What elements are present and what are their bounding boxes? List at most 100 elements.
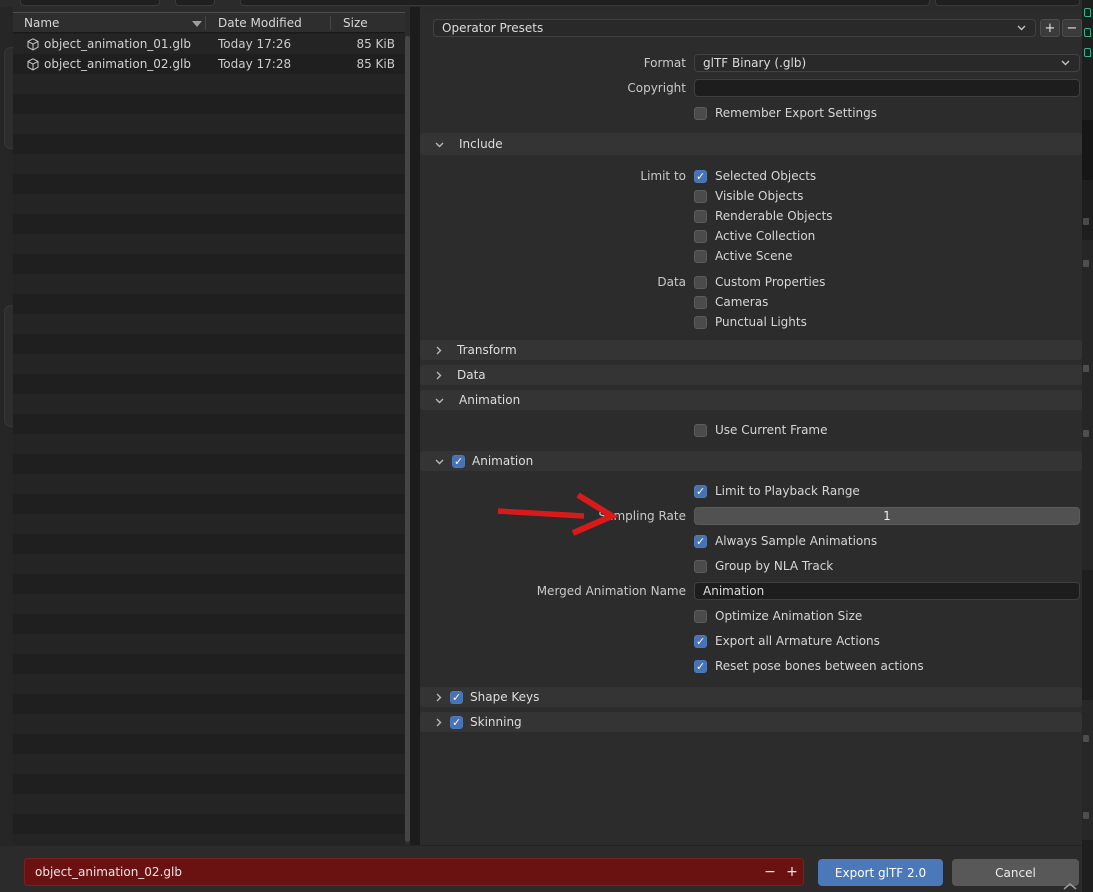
data-section-header[interactable]: Data xyxy=(420,365,1082,385)
chevron-right-icon xyxy=(434,717,443,728)
remove-preset-button[interactable]: − xyxy=(1062,19,1082,37)
checkbox[interactable] xyxy=(694,250,707,263)
checkbox[interactable] xyxy=(694,535,707,548)
skinning-section-header[interactable]: Skinning xyxy=(420,712,1082,732)
group-by-nla-track-checkbox-row[interactable]: Group by NLA Track xyxy=(694,559,833,573)
checkbox[interactable] xyxy=(450,691,463,704)
filename-decrement-button[interactable]: − xyxy=(759,864,781,880)
checkbox[interactable] xyxy=(694,190,707,203)
remember-settings-row: Remember Export Settings xyxy=(420,106,1082,120)
include-section-header[interactable]: Include xyxy=(420,133,1082,155)
checkbox[interactable] xyxy=(694,210,707,223)
filename-input[interactable]: object_animation_02.glb − + xyxy=(24,858,804,886)
sampling-rate-label: Sampling Rate xyxy=(420,509,694,523)
renderable-objects-checkbox-row[interactable]: Renderable Objects xyxy=(694,209,833,223)
checkbox[interactable] xyxy=(694,296,707,309)
chevron-right-icon xyxy=(434,345,443,356)
left-region-strip xyxy=(0,7,13,846)
chevron-down-icon xyxy=(434,457,445,466)
file-size: 85 KiB xyxy=(308,37,395,51)
always-sample-animations-checkbox-row[interactable]: Always Sample Animations xyxy=(694,534,877,548)
footer-bar: object_animation_02.glb − + Export glTF … xyxy=(0,845,1082,892)
column-divider[interactable] xyxy=(330,16,331,30)
sampling-rate-value: 1 xyxy=(883,509,891,523)
checkbox[interactable] xyxy=(694,560,707,573)
file-name: object_animation_01.glb xyxy=(44,37,191,51)
copyright-input[interactable] xyxy=(694,79,1080,97)
chevron-down-icon xyxy=(434,140,445,149)
operator-presets-dropdown[interactable]: Operator Presets xyxy=(433,19,1036,37)
toolbar-fragment xyxy=(175,0,215,6)
file-row[interactable]: object_animation_02.glb Today 17:28 85 K… xyxy=(13,54,405,74)
checkbox[interactable] xyxy=(694,230,707,243)
shape-keys-section-header[interactable]: Shape Keys xyxy=(420,687,1082,707)
column-header-size[interactable]: Size xyxy=(343,16,368,30)
reset-pose-bones-checkbox-row[interactable]: Reset pose bones between actions xyxy=(694,659,924,673)
custom-properties-checkbox-row[interactable]: Custom Properties xyxy=(694,275,825,289)
toolbar-fragment xyxy=(240,0,930,6)
checkbox[interactable] xyxy=(694,276,707,289)
selected-objects-checkbox-row[interactable]: Selected Objects xyxy=(694,169,816,183)
cameras-checkbox-row[interactable]: Cameras xyxy=(694,295,768,309)
chevron-up-icon[interactable] xyxy=(1062,882,1078,891)
panel-divider[interactable] xyxy=(410,7,420,846)
active-scene-checkbox-row[interactable]: Active Scene xyxy=(694,249,793,263)
animation-section-header[interactable]: Animation xyxy=(420,390,1082,410)
export-gltf-button[interactable]: Export glTF 2.0 xyxy=(818,859,943,886)
checkbox[interactable] xyxy=(694,424,707,437)
include-section-body: Limit to Selected Objects Visible Object… xyxy=(420,155,1082,340)
checkbox[interactable] xyxy=(694,610,707,623)
toolbar-fragments xyxy=(0,0,1093,7)
operator-presets-label: Operator Presets xyxy=(442,21,1016,35)
chevron-down-icon xyxy=(1060,59,1071,67)
format-dropdown[interactable]: glTF Binary (.glb) xyxy=(694,54,1080,72)
merged-animation-name-input[interactable]: Animation xyxy=(694,582,1080,600)
visible-objects-checkbox-row[interactable]: Visible Objects xyxy=(694,189,803,203)
checkbox[interactable] xyxy=(450,716,463,729)
chevron-down-icon xyxy=(1016,24,1027,32)
checkbox[interactable] xyxy=(694,635,707,648)
remember-export-settings-checkbox-row[interactable]: Remember Export Settings xyxy=(694,106,877,120)
column-header-name[interactable]: Name xyxy=(24,16,59,30)
checkbox[interactable] xyxy=(694,485,707,498)
limit-to-label: Limit to xyxy=(420,169,694,183)
checkbox[interactable] xyxy=(694,316,707,329)
optimize-animation-size-checkbox-row[interactable]: Optimize Animation Size xyxy=(694,609,862,623)
sort-descending-icon[interactable] xyxy=(192,21,202,27)
mesh-cube-icon xyxy=(27,58,39,71)
file-list-panel: Name Date Modified Size object_animation… xyxy=(13,12,405,845)
blender-gltf-export-dialog: Name Date Modified Size object_animation… xyxy=(0,0,1093,892)
file-row[interactable]: object_animation_01.glb Today 17:26 85 K… xyxy=(13,34,405,54)
toolbar-fragment xyxy=(935,0,1080,6)
file-date: Today 17:28 xyxy=(218,57,291,71)
animation-subpanel-header[interactable]: Animation xyxy=(420,451,1082,471)
operator-presets-row: Operator Presets + − xyxy=(433,19,1082,37)
sampling-rate-slider[interactable]: 1 xyxy=(694,507,1080,525)
limit-to-selected-objects: Limit to Selected Objects xyxy=(420,166,1082,186)
animation-subpanel-body: Limit to Playback Range Sampling Rate 1 … xyxy=(420,471,1082,687)
export-all-armature-actions-checkbox-row[interactable]: Export all Armature Actions xyxy=(694,634,880,648)
filename-increment-button[interactable]: + xyxy=(781,864,803,880)
format-label: Format xyxy=(420,56,694,70)
background-window-sliver xyxy=(1082,0,1093,892)
animation-section-body: Use Current Frame xyxy=(420,410,1082,451)
checkbox[interactable] xyxy=(694,170,707,183)
outliner-armature-icon xyxy=(1084,28,1091,37)
format-row: Format glTF Binary (.glb) xyxy=(420,54,1082,72)
file-date: Today 17:26 xyxy=(218,37,291,51)
cancel-button[interactable]: Cancel xyxy=(952,859,1079,886)
transform-section-header[interactable]: Transform xyxy=(420,340,1082,360)
checkbox[interactable] xyxy=(452,455,465,468)
punctual-lights-checkbox-row[interactable]: Punctual Lights xyxy=(694,315,807,329)
use-current-frame-checkbox-row[interactable]: Use Current Frame xyxy=(694,423,828,437)
add-preset-button[interactable]: + xyxy=(1040,19,1060,37)
active-collection-checkbox-row[interactable]: Active Collection xyxy=(694,229,815,243)
limit-playback-range-checkbox-row[interactable]: Limit to Playback Range xyxy=(694,484,860,498)
file-list-background xyxy=(13,34,405,845)
column-header-date-modified[interactable]: Date Modified xyxy=(218,16,302,30)
checkbox[interactable] xyxy=(694,107,707,120)
checkbox[interactable] xyxy=(694,660,707,673)
merged-animation-name-label: Merged Animation Name xyxy=(420,584,694,598)
file-size: 85 KiB xyxy=(308,57,395,71)
column-divider[interactable] xyxy=(205,16,206,30)
